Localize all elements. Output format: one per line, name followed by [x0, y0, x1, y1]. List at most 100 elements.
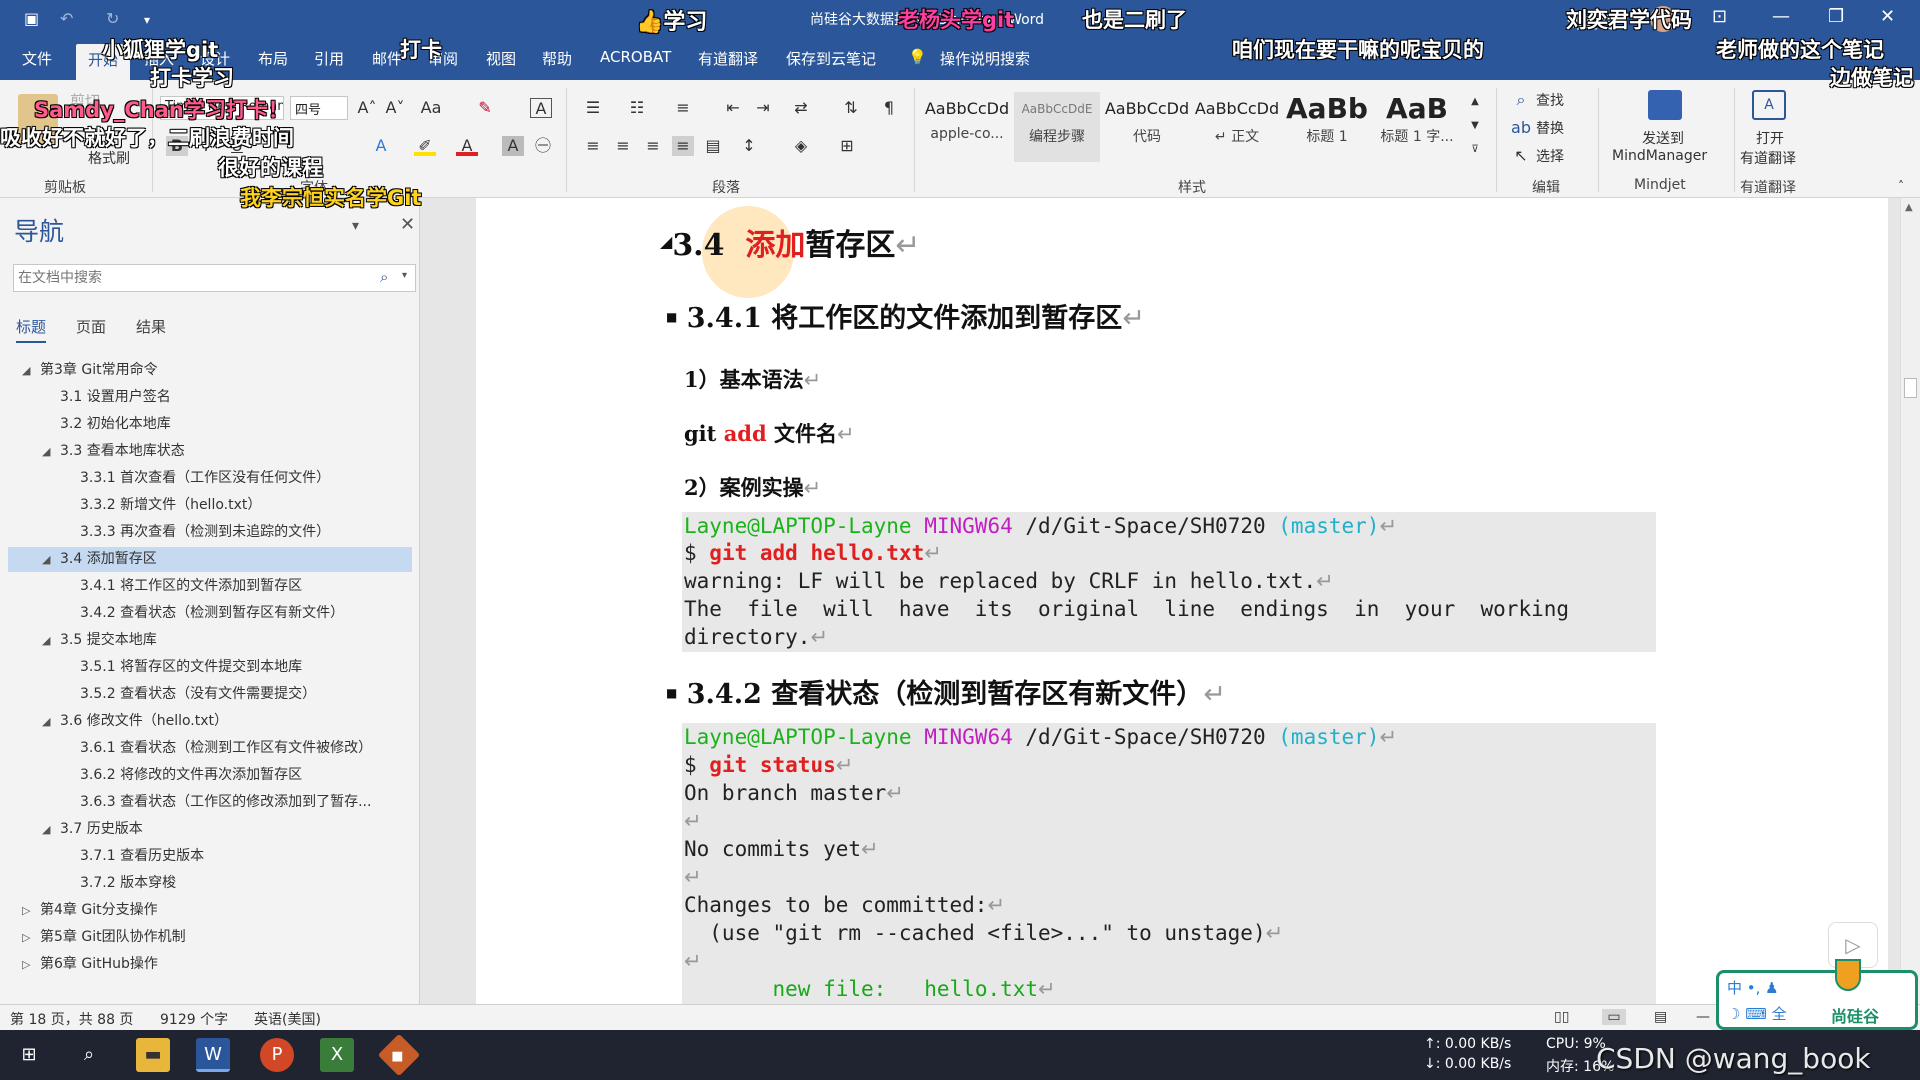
clear-format-icon[interactable]: ✎ [474, 98, 496, 118]
open-youdao-line2[interactable]: 有道翻译 [1740, 148, 1796, 168]
find-button[interactable]: 查找 [1536, 90, 1564, 110]
tab-youdao[interactable]: 有道翻译 [698, 48, 758, 69]
expand-down-icon[interactable]: ◢ [42, 439, 50, 464]
expand-down-icon[interactable]: ◢ [22, 358, 30, 383]
zoom-out-icon[interactable]: — [1696, 1009, 1710, 1025]
collapse-marker-icon[interactable]: ◢ [660, 232, 672, 251]
ime-widget[interactable]: 中 •, ♟ ☽ ⌨ 全 尚硅谷 [1716, 959, 1918, 1030]
align-center-icon[interactable]: ≡ [612, 136, 634, 156]
code-block-git-status[interactable]: Layne@LAPTOP-Layne MINGW64 /d/Git-Space/… [682, 723, 1656, 1004]
collapse-ribbon-icon[interactable]: ˄ [1890, 176, 1912, 196]
nav-heading-item[interactable]: 3.6.2 将修改的文件再次添加暂存区 [8, 763, 412, 788]
grow-font-icon[interactable]: A˄ [356, 98, 378, 118]
code-block-git-add[interactable]: Layne@LAPTOP-Layne MINGW64 /d/Git-Space/… [682, 512, 1656, 652]
nav-heading-item[interactable]: 3.2 初始化本地库 [8, 412, 412, 437]
taskbar-search-icon[interactable]: ⌕ [72, 1038, 106, 1072]
collapse-right-icon[interactable]: ▷ [22, 898, 30, 923]
expand-down-icon[interactable]: ◢ [42, 817, 50, 842]
save-icon[interactable]: ▣ [24, 9, 39, 28]
nav-heading-item[interactable]: ◢ 3.4 添加暂存区 [8, 547, 412, 572]
decrease-indent-icon[interactable]: ⇤ [722, 98, 744, 118]
style-heading-1[interactable]: AaBb 标题 1 [1284, 92, 1370, 162]
nav-heading-item[interactable]: 3.6.1 查看状态（检测到工作区有文件被修改） [8, 736, 412, 761]
nav-close-icon[interactable]: ✕ [400, 214, 415, 235]
nav-search-input[interactable] [14, 265, 374, 291]
heading-3-4[interactable]: ◢3.4 添加暂存区↵ [660, 220, 921, 264]
bullets-icon[interactable]: ☰ [582, 98, 604, 118]
search-icon[interactable]: ⌕ [380, 268, 388, 286]
tab-acrobat[interactable]: ACROBAT [600, 48, 671, 66]
nav-heading-item[interactable]: ◢ 3.3 查看本地库状态 [8, 439, 412, 464]
select-button[interactable]: 选择 [1536, 146, 1564, 166]
nav-heading-item[interactable]: 3.5.2 查看状态（没有文件需要提交） [8, 682, 412, 707]
borders-icon[interactable]: ⊞ [836, 136, 858, 156]
text-effects-icon[interactable]: A [370, 136, 392, 156]
nav-tab-headings[interactable]: 标题 [16, 316, 47, 343]
line-spacing-icon[interactable]: ↕ [738, 136, 760, 156]
nav-options-icon[interactable]: ▾ [352, 218, 359, 234]
char-shading-icon[interactable]: A [502, 136, 524, 156]
find-icon[interactable]: ⌕ [1510, 90, 1532, 110]
tab-layout[interactable]: 布局 [258, 48, 288, 69]
ime-status[interactable]: 中 •, ♟ [1727, 977, 1779, 998]
scroll-thumb[interactable] [1904, 378, 1917, 398]
customize-icon[interactable]: ▾ [144, 13, 150, 27]
tab-view[interactable]: 视图 [486, 48, 516, 69]
send-mindmanager-line2[interactable]: MindManager [1612, 148, 1707, 164]
ime-status-2[interactable]: ☽ ⌨ 全 [1727, 1003, 1787, 1024]
nav-heading-item[interactable]: ▷ 第5章 Git团队协作机制 [8, 925, 412, 950]
style-programming-steps[interactable]: AaBbCcDdE 编程步骤 [1014, 92, 1100, 162]
change-case-icon[interactable]: Aa [420, 98, 442, 118]
shrink-font-icon[interactable]: A˅ [384, 98, 406, 118]
nav-tab-pages[interactable]: 页面 [76, 316, 106, 337]
tell-me-search[interactable]: 操作说明搜索 [940, 48, 1030, 69]
style-normal[interactable]: AaBbCcDd ↵ 正文 [1194, 92, 1280, 162]
expand-down-icon[interactable]: ◢ [42, 628, 50, 653]
para-basic-syntax[interactable]: 1）基本语法↵ [684, 364, 821, 394]
nav-heading-item[interactable]: 3.6.3 查看状态（工作区的修改添加到了暂存... [8, 790, 412, 815]
font-color-icon[interactable]: A [456, 136, 478, 156]
multilevel-list-icon[interactable]: ≡ [672, 98, 694, 118]
vertical-scrollbar[interactable]: ▲ [1900, 198, 1920, 1004]
collapse-right-icon[interactable]: ▷ [22, 925, 30, 950]
nav-heading-item[interactable]: 3.4.1 将工作区的文件添加到暂存区 [8, 574, 412, 599]
increase-indent-icon[interactable]: ⇥ [752, 98, 774, 118]
tab-mailings[interactable]: 邮件 [372, 48, 402, 69]
close-icon[interactable]: ✕ [1880, 6, 1895, 27]
styles-scroll-down-icon[interactable]: ▼ [1464, 116, 1486, 136]
justify-icon[interactable]: ≡ [672, 136, 694, 156]
expand-down-icon[interactable]: ◢ [42, 709, 50, 734]
font-size-select[interactable]: 四号 [290, 96, 348, 120]
heading-3-4-1[interactable]: ■ 3.4.1 将工作区的文件添加到暂存区↵ [666, 296, 1145, 335]
replace-button[interactable]: 替换 [1536, 118, 1564, 138]
word-count[interactable]: 9129 个字 [160, 1009, 228, 1029]
nav-heading-item[interactable]: ◢ 3.5 提交本地库 [8, 628, 412, 653]
nav-heading-item[interactable]: ▷ 第6章 GitHub操作 [8, 952, 412, 977]
scroll-up-icon[interactable]: ▲ [1905, 202, 1913, 213]
nav-heading-item[interactable]: ◢ 3.7 历史版本 [8, 817, 412, 842]
style-code[interactable]: AaBbCcDd 代码 [1104, 92, 1190, 162]
restore-icon[interactable]: ❐ [1828, 6, 1844, 27]
language[interactable]: 英语(美国) [254, 1009, 321, 1029]
collapse-right-icon[interactable]: ▷ [22, 952, 30, 977]
git-icon[interactable]: ◆ [377, 1033, 421, 1077]
print-layout-icon[interactable]: ▭ [1602, 1009, 1626, 1025]
ribbon-display-icon[interactable]: ⊡ [1712, 6, 1727, 27]
highlight-icon[interactable]: ✐ [414, 136, 436, 156]
nav-heading-item[interactable]: ◢ 3.6 修改文件（hello.txt） [8, 709, 412, 734]
styles-scroll-up-icon[interactable]: ▲ [1464, 92, 1486, 112]
nav-heading-item[interactable]: 3.3.1 首次查看（工作区没有任何文件） [8, 466, 412, 491]
nav-heading-item[interactable]: 3.7.1 查看历史版本 [8, 844, 412, 869]
align-right-icon[interactable]: ≡ [642, 136, 664, 156]
page-count[interactable]: 第 18 页，共 88 页 [10, 1009, 133, 1029]
nav-heading-item[interactable]: ▷ 第4章 Git分支操作 [8, 898, 412, 923]
nav-heading-item[interactable]: 3.3.2 新增文件（hello.txt） [8, 493, 412, 518]
nav-heading-item[interactable]: ◢ 第3章 Git常用命令 [8, 358, 412, 383]
excel-icon[interactable]: X [320, 1038, 354, 1072]
chinese-layout-icon[interactable]: ⇄ [790, 98, 812, 118]
styles-more-icon[interactable]: ⊽ [1464, 140, 1486, 160]
tab-help[interactable]: 帮助 [542, 48, 572, 69]
minimize-icon[interactable]: — [1772, 6, 1790, 27]
nav-heading-item[interactable]: 3.1 设置用户签名 [8, 385, 412, 410]
para-case-practice[interactable]: 2）案例实操↵ [684, 472, 821, 502]
